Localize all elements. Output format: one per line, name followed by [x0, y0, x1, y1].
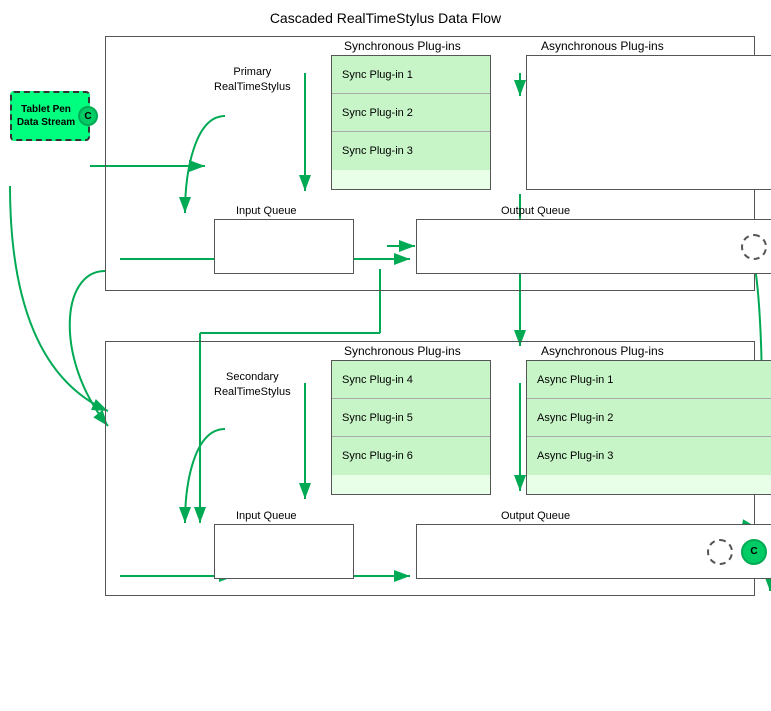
sync-plugin-3: Sync Plug-in 3	[332, 132, 490, 170]
async-plugins-box-top: SecondaryRealTimeStylus	[526, 55, 771, 190]
input-queue-label-top: Input Queue	[236, 205, 297, 217]
primary-rts-outer: PrimaryRealTimeStylus Synchronous Plug-i…	[105, 36, 755, 291]
sync-plugin-4: Sync Plug-in 4	[332, 361, 490, 399]
input-queue-box-bot	[214, 524, 354, 579]
sync-plugins-box-bot: Sync Plug-in 4 Sync Plug-in 5 Sync Plug-…	[331, 360, 491, 495]
async-plugins-label-top: Asynchronous Plug-ins	[541, 39, 664, 53]
input-queue-box-top	[214, 219, 354, 274]
async-plugin-2: Async Plug-in 2	[527, 399, 771, 437]
output-circle-c-bot: C	[741, 539, 767, 565]
diagram-container: Tablet Pen Data Stream C PrimaryRealTime…	[0, 31, 771, 681]
sync-plugin-1: Sync Plug-in 1	[332, 56, 490, 94]
page-title: Cascaded RealTimeStylus Data Flow	[0, 0, 771, 31]
tablet-pen-box: Tablet Pen Data Stream C	[10, 91, 90, 141]
output-circle-empty-bot	[707, 539, 733, 565]
sync-plugin-5: Sync Plug-in 5	[332, 399, 490, 437]
output-circle-empty-top	[741, 234, 767, 260]
output-queue-box-bot: C B A	[416, 524, 771, 579]
top-section: Tablet Pen Data Stream C PrimaryRealTime…	[5, 36, 760, 326]
sync-plugin-6: Sync Plug-in 6	[332, 437, 490, 475]
bottom-section: SecondaryRealTimeStylus Synchronous Plug…	[5, 341, 760, 631]
sync-plugins-label-top: Synchronous Plug-ins	[344, 39, 461, 53]
output-queue-label-top: Output Queue	[501, 205, 570, 217]
async-plugins-label-bot: Asynchronous Plug-ins	[541, 344, 664, 358]
async-plugin-3: Async Plug-in 3	[527, 437, 771, 475]
tablet-pen-circle: C	[78, 106, 98, 126]
sync-plugins-label-bot: Synchronous Plug-ins	[344, 344, 461, 358]
async-plugin-1: Async Plug-in 1	[527, 361, 771, 399]
sync-plugin-2: Sync Plug-in 2	[332, 94, 490, 132]
secondary-rts-label: SecondaryRealTimeStylus	[214, 370, 291, 401]
output-queue-box-top: C B	[416, 219, 771, 274]
secondary-rts-outer: SecondaryRealTimeStylus Synchronous Plug…	[105, 341, 755, 596]
output-queue-label-bot: Output Queue	[501, 510, 570, 522]
sync-plugins-box-top: Sync Plug-in 1 Sync Plug-in 2 Sync Plug-…	[331, 55, 491, 190]
primary-rts-label: PrimaryRealTimeStylus	[214, 65, 291, 96]
async-plugins-box-bot: Async Plug-in 1 Async Plug-in 2 Async Pl…	[526, 360, 771, 495]
input-queue-label-bot: Input Queue	[236, 510, 297, 522]
tablet-pen-label: Tablet Pen Data Stream	[12, 101, 88, 131]
